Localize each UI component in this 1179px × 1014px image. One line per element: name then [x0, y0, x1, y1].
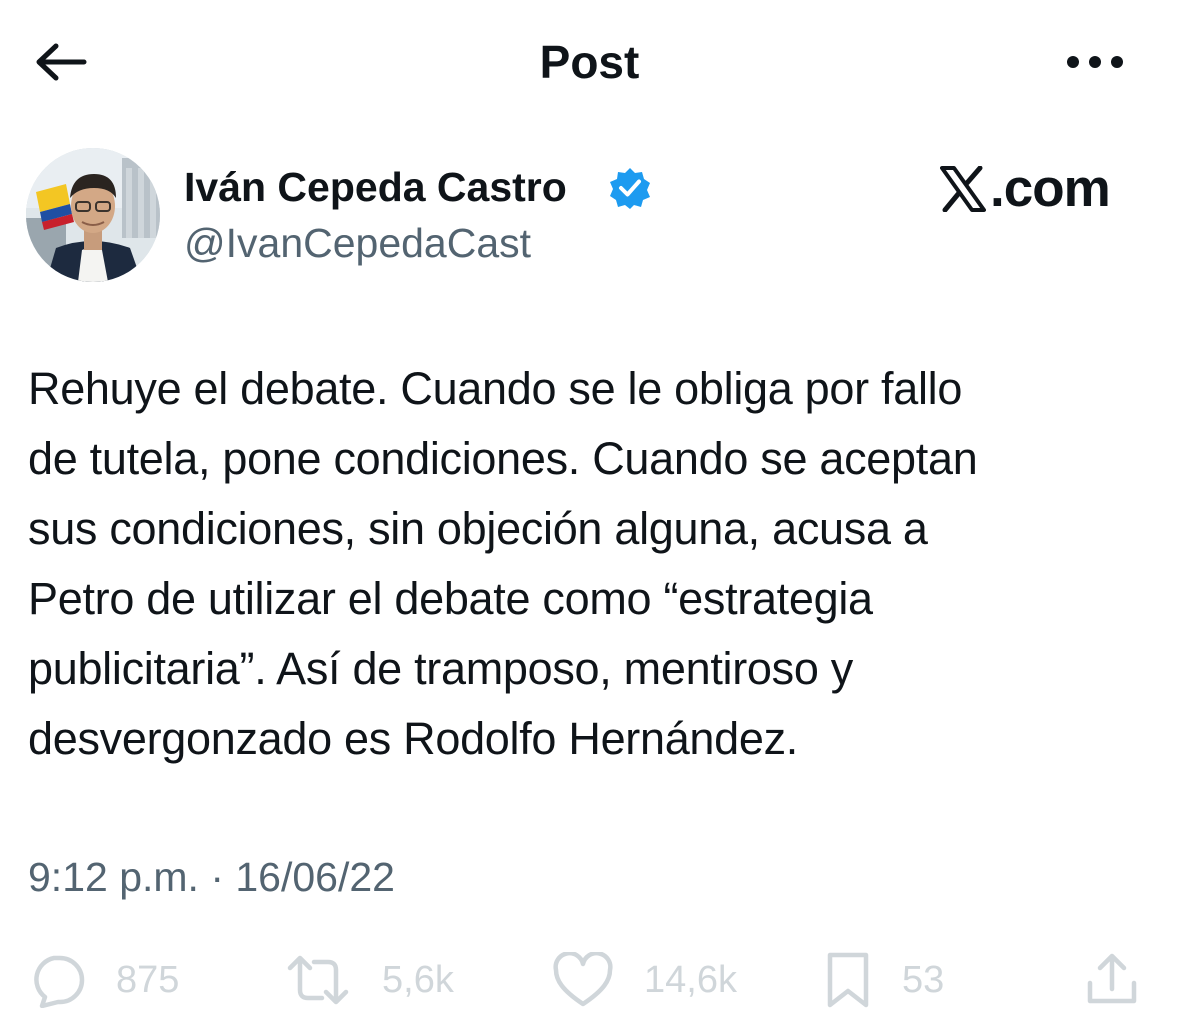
avatar-image	[26, 148, 160, 282]
author-handle[interactable]: @IvanCepedaCast	[184, 218, 531, 268]
retweet-button[interactable]: 5,6k	[284, 946, 454, 1014]
reply-icon	[34, 955, 85, 1008]
heart-icon	[553, 952, 613, 1007]
page-title: Post	[539, 36, 640, 88]
tweet-text: Rehuye el debate. Cuando se le obliga po…	[28, 354, 1148, 774]
tweet-line: de tutela, pone condiciones. Cuando se a…	[28, 433, 978, 484]
brand-text: .com	[990, 159, 1111, 218]
retweet-icon	[287, 955, 349, 1005]
more-button[interactable]	[1064, 48, 1126, 76]
author-name[interactable]: Iván Cepeda Castro	[184, 162, 567, 212]
reply-count: 875	[116, 959, 180, 1001]
reply-button[interactable]: 875	[28, 946, 179, 1014]
tweet-line: sus condiciones, sin objeción alguna, ac…	[28, 503, 928, 554]
verified-badge-icon	[610, 168, 650, 209]
more-horizontal-icon	[1067, 56, 1123, 68]
brand-watermark: .com	[936, 160, 1122, 218]
bookmark-button[interactable]: 53	[824, 946, 944, 1014]
tweet-line: publicitaria”. Así de tramposo, mentiros…	[28, 643, 853, 694]
retweet-count: 5,6k	[382, 959, 454, 1001]
post-timestamp[interactable]: 9:12 p.m. · 16/06/22	[28, 852, 395, 902]
share-button[interactable]	[1084, 946, 1140, 1014]
tweet-line: Petro de utilizar el debate como “estrat…	[28, 573, 873, 624]
share-icon	[1087, 953, 1137, 1004]
bookmark-icon	[827, 952, 869, 1008]
bookmark-count: 53	[902, 959, 945, 1001]
avatar[interactable]	[26, 148, 160, 282]
tweet-line: desvergonzado es Rodolfo Hernández.	[28, 713, 799, 764]
x-logo-icon	[940, 166, 986, 212]
like-button[interactable]: 14,6k	[552, 946, 737, 1014]
action-bar: 875 5,6k 14,6k 53	[0, 946, 1179, 1014]
like-count: 14,6k	[644, 959, 737, 1001]
top-bar: Post	[0, 0, 1179, 124]
tweet-line: Rehuye el debate. Cuando se le obliga po…	[28, 363, 963, 414]
